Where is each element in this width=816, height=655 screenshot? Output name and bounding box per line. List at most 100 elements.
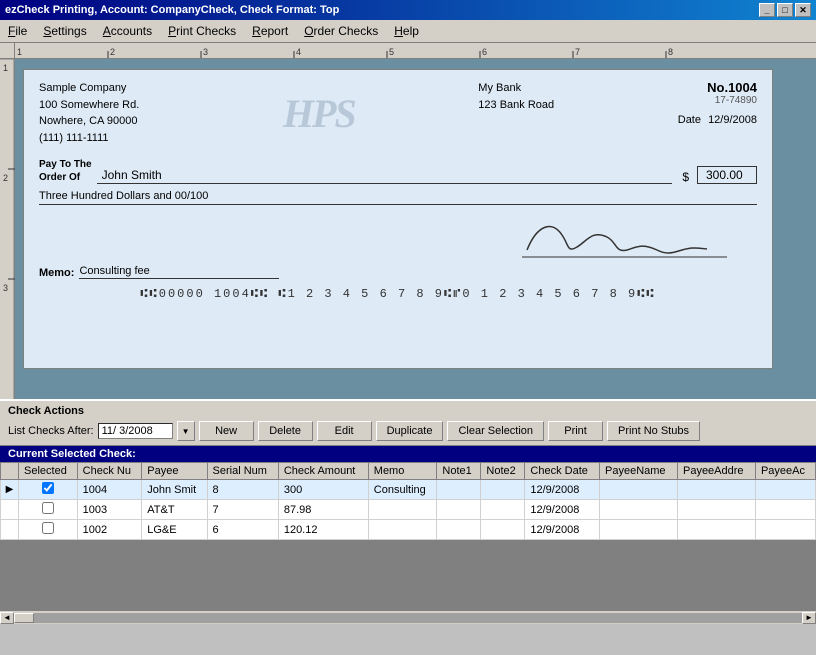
col-payee-addr: PayeeAddre [677,463,755,480]
check-actions-panel: Check Actions List Checks After: ▼ New D… [0,399,816,446]
row-payee-ac [755,500,815,520]
edit-button[interactable]: Edit [317,421,372,441]
row-payee: LG&E [142,520,207,540]
clear-selection-button[interactable]: Clear Selection [447,421,544,441]
menu-file[interactable]: File [0,22,35,40]
ruler: 1 2 3 4 5 6 7 8 [15,43,816,59]
pay-to-label: Pay To The Order Of [39,158,92,184]
table-row[interactable]: 1003 AT&T 7 87.98 12/9/2008 [1,500,816,520]
checks-table-container: Selected Check Nu Payee Serial Num Check… [0,462,816,540]
row-check-num: 1003 [77,500,142,520]
col-serial: Serial Num [207,463,278,480]
row-checkbox[interactable] [42,502,54,514]
menu-settings[interactable]: Settings [35,22,94,40]
duplicate-button[interactable]: Duplicate [376,421,444,441]
col-payee: Payee [142,463,207,480]
row-checkbox-cell[interactable] [19,500,78,520]
row-note2 [481,520,525,540]
scroll-left-button[interactable]: ◄ [0,612,14,624]
date-filter-input[interactable] [98,423,173,439]
row-checkbox-cell[interactable] [19,520,78,540]
title-bar: ezCheck Printing, Account: CompanyCheck,… [0,0,816,20]
date-dropdown-button[interactable]: ▼ [177,421,195,441]
col-payee-name: PayeeName [600,463,678,480]
list-checks-label: List Checks After: [8,425,94,437]
check-actions-title: Check Actions [8,405,808,417]
svg-text:2: 2 [110,47,115,57]
minimize-button[interactable]: _ [759,3,775,17]
row-memo: Consulting [368,480,437,500]
row-current-indicator [1,520,19,540]
window-title: ezCheck Printing, Account: CompanyCheck,… [5,4,339,16]
routing-number: 17-74890 [678,95,757,106]
row-serial: 8 [207,480,278,500]
col-note1: Note1 [437,463,481,480]
check-display-area: Sample Company 100 Somewhere Rd. Nowhere… [15,59,816,399]
svg-text:2: 2 [3,173,8,183]
row-payee-ac [755,480,815,500]
row-amount: 120.12 [278,520,368,540]
check-actions-row: List Checks After: ▼ New Delete Edit Dup… [8,421,808,441]
row-amount: 300 [278,480,368,500]
row-payee-addr [677,520,755,540]
table-row[interactable]: ▶ 1004 John Smit 8 300 Consulting 12/9/2… [1,480,816,500]
row-date: 12/9/2008 [525,500,600,520]
row-memo [368,500,437,520]
row-check-num: 1004 [77,480,142,500]
menu-print-checks[interactable]: Print Checks [160,22,244,40]
row-payee-addr [677,480,755,500]
row-current-indicator: ▶ [1,480,19,500]
scrollbar-thumb[interactable] [14,613,34,623]
row-date: 12/9/2008 [525,480,600,500]
dollar-sign: $ [682,170,689,184]
scrollbar-track[interactable] [14,613,802,623]
company-logo: HPS [283,90,355,137]
col-payee-ac: PayeeAc [755,463,815,480]
row-check-num: 1002 [77,520,142,540]
table-row[interactable]: 1002 LG&E 6 120.12 12/9/2008 [1,520,816,540]
menu-order-checks[interactable]: Order Checks [296,22,386,40]
bank-name: My Bank [478,80,554,97]
row-serial: 7 [207,500,278,520]
print-no-stubs-button[interactable]: Print No Stubs [607,421,700,441]
company-address: 100 Somewhere Rd. [39,97,139,114]
row-note1 [437,520,481,540]
row-payee-name [600,480,678,500]
row-note1 [437,500,481,520]
check-number: 1004 [728,80,757,95]
delete-button[interactable]: Delete [258,421,313,441]
row-note2 [481,480,525,500]
memo-label: Memo: [39,267,74,279]
check-number-section: No.1004 17-74890 Date 12/9/2008 [678,80,757,126]
menu-bar: File Settings Accounts Print Checks Repo… [0,20,816,43]
menu-report[interactable]: Report [244,22,296,40]
row-serial: 6 [207,520,278,540]
row-date: 12/9/2008 [525,520,600,540]
col-memo: Memo [368,463,437,480]
svg-text:1: 1 [17,47,22,57]
row-checkbox-cell[interactable] [19,480,78,500]
row-checkbox[interactable] [42,482,54,494]
menu-help[interactable]: Help [386,22,427,40]
svg-text:4: 4 [296,47,301,57]
menu-accounts[interactable]: Accounts [95,22,160,40]
row-payee: AT&T [142,500,207,520]
maximize-button[interactable]: □ [777,3,793,17]
current-check-header: Current Selected Check: [0,446,816,462]
row-memo [368,520,437,540]
horizontal-scrollbar[interactable]: ◄ ► [0,610,816,624]
left-ruler: 1 2 3 [0,59,15,399]
company-info: Sample Company 100 Somewhere Rd. Nowhere… [39,80,139,146]
close-button[interactable]: ✕ [795,3,811,17]
print-button[interactable]: Print [548,421,603,441]
scroll-right-button[interactable]: ► [802,612,816,624]
signature-svg [497,215,757,260]
company-name: Sample Company [39,80,139,97]
company-city: Nowhere, CA 90000 [39,113,139,130]
col-check-num: Check Nu [77,463,142,480]
svg-text:3: 3 [3,283,8,293]
col-amount: Check Amount [278,463,368,480]
check-amount: 300.00 [697,166,757,184]
row-checkbox[interactable] [42,522,54,534]
new-button[interactable]: New [199,421,254,441]
